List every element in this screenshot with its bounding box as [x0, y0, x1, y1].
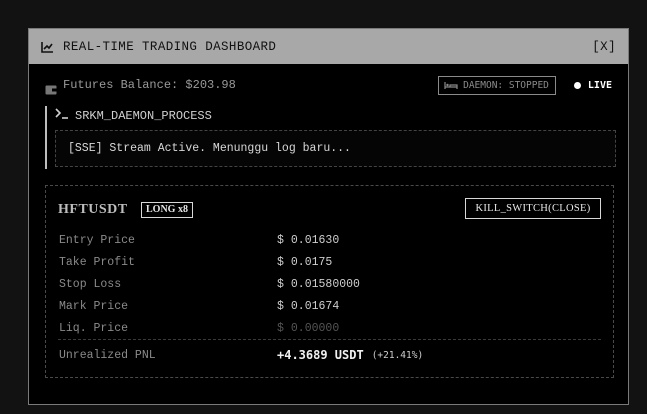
status-row: Futures Balance: $203.98 DAEMON: STOPPED… [45, 73, 612, 97]
detail-row-liq-price: Liq. Price $ 0.00000 [59, 317, 601, 339]
live-label: LIVE [587, 79, 612, 91]
process-name: SRKM_DAEMON_PROCESS [75, 108, 212, 123]
log-output: [SSE] Stream Active. Menunggu log baru..… [55, 130, 616, 167]
pnl-divider [58, 339, 601, 340]
title-bar[interactable]: REAL-TIME TRADING DASHBOARD [X] [29, 29, 628, 64]
currency-symbol: $ [277, 233, 284, 247]
bed-icon [444, 81, 458, 90]
process-header: SRKM_DAEMON_PROCESS [55, 108, 212, 123]
live-indicator: LIVE [573, 79, 612, 91]
pnl-label: Unrealized PNL [59, 348, 156, 362]
futures-balance: Futures Balance: $203.98 [63, 78, 236, 92]
currency-symbol: $ [277, 255, 284, 269]
detail-row-entry-price: Entry Price $ 0.01630 [59, 229, 601, 251]
window-title: REAL-TIME TRADING DASHBOARD [63, 39, 277, 54]
terminal-prompt-icon [55, 108, 69, 123]
currency-symbol: $ [277, 299, 284, 313]
detail-row-mark-price: Mark Price $ 0.01674 [59, 295, 601, 317]
currency-symbol: $ [277, 277, 284, 291]
live-dot-icon [573, 81, 581, 89]
detail-value: 0.00000 [290, 321, 340, 335]
kill-switch-button[interactable]: KILL_SWITCH(CLOSE) [465, 198, 601, 219]
position-side-badge: LONG x8 [141, 202, 193, 218]
line-chart-icon [41, 41, 54, 53]
wallet-icon [45, 80, 57, 94]
position-details: Entry Price $ 0.01630 Take Profit $ 0.01… [59, 229, 601, 339]
pnl-row: Unrealized PNL +4.3689 USDT (+21.41%) [59, 344, 601, 366]
detail-value: 0.01674 [290, 299, 340, 313]
position-symbol: HFTUSDT [58, 202, 128, 217]
daemon-process-panel: SRKM_DAEMON_PROCESS [SSE] Stream Active.… [45, 106, 616, 169]
detail-label: Stop Loss [59, 277, 122, 291]
detail-row-take-profit: Take Profit $ 0.0175 [59, 251, 601, 273]
dashboard-window: REAL-TIME TRADING DASHBOARD [X] Futures … [28, 28, 629, 405]
pnl-percent: (+21.41%) [371, 349, 424, 361]
daemon-status-text: DAEMON: STOPPED [463, 79, 549, 91]
detail-label: Entry Price [59, 233, 135, 247]
position-card: HFTUSDT LONG x8 KILL_SWITCH(CLOSE) Entry… [45, 185, 614, 378]
detail-label: Take Profit [59, 255, 135, 269]
close-button[interactable]: [X] [592, 40, 616, 54]
detail-value: 0.01580000 [290, 277, 360, 291]
daemon-status-badge: DAEMON: STOPPED [438, 75, 556, 95]
pnl-value: +4.3689 USDT [277, 348, 364, 362]
detail-label: Mark Price [59, 299, 129, 313]
detail-value: 0.01630 [290, 233, 340, 247]
currency-symbol: $ [277, 321, 284, 335]
detail-value: 0.0175 [290, 255, 333, 269]
log-line: [SSE] Stream Active. Menunggu log baru..… [68, 142, 351, 155]
detail-label: Liq. Price [59, 321, 129, 335]
detail-row-stop-loss: Stop Loss $ 0.01580000 [59, 273, 601, 295]
